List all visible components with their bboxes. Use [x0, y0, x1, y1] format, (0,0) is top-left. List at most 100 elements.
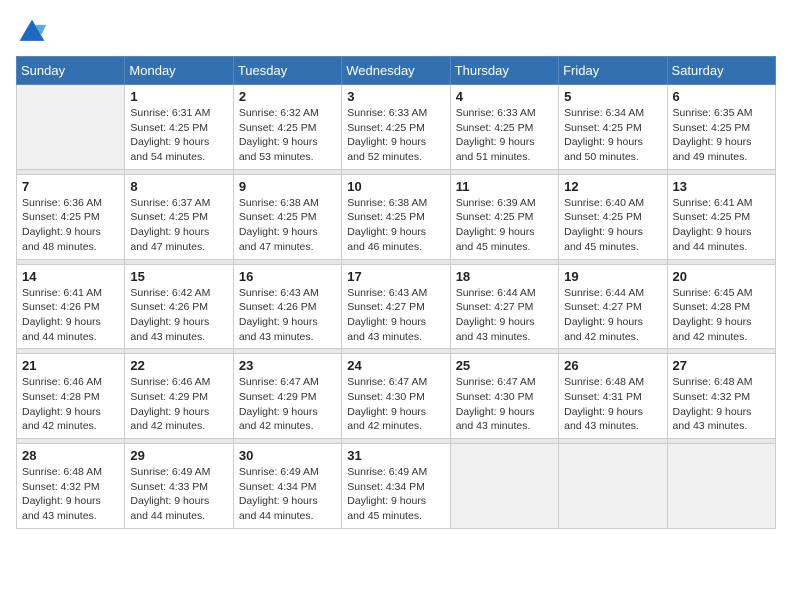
calendar-cell: 7 Sunrise: 6:36 AM Sunset: 4:25 PM Daylig…	[17, 174, 125, 259]
calendar-cell	[450, 444, 558, 529]
calendar-week-row: 1 Sunrise: 6:31 AM Sunset: 4:25 PM Daylig…	[17, 85, 776, 170]
day-info: Sunrise: 6:34 AM Sunset: 4:25 PM Dayligh…	[564, 106, 661, 165]
day-info: Sunrise: 6:49 AM Sunset: 4:34 PM Dayligh…	[239, 465, 336, 524]
day-number: 20	[673, 269, 770, 284]
page-header	[16, 16, 776, 48]
day-number: 29	[130, 448, 227, 463]
weekday-header: Thursday	[450, 57, 558, 85]
calendar-cell: 3 Sunrise: 6:33 AM Sunset: 4:25 PM Daylig…	[342, 85, 450, 170]
calendar-cell: 19Sunrise: 6:44 AM Sunset: 4:27 PM Dayli…	[559, 264, 667, 349]
calendar-cell: 25Sunrise: 6:47 AM Sunset: 4:30 PM Dayli…	[450, 354, 558, 439]
calendar-cell: 30Sunrise: 6:49 AM Sunset: 4:34 PM Dayli…	[233, 444, 341, 529]
calendar-cell: 18 Sunrise: 6:44 AM Sunset: 4:27 PM Dayli…	[450, 264, 558, 349]
calendar-cell: 21Sunrise: 6:46 AM Sunset: 4:28 PM Dayli…	[17, 354, 125, 439]
day-number: 23	[239, 358, 336, 373]
day-number: 15	[130, 269, 227, 284]
day-info: Sunrise: 6:39 AM Sunset: 4:25 PM Dayligh…	[456, 196, 553, 255]
day-info: Sunrise: 6:46 AM Sunset: 4:29 PM Dayligh…	[130, 375, 227, 434]
calendar-cell: 13 Sunrise: 6:41 AM Sunset: 4:25 PM Dayli…	[667, 174, 775, 259]
day-info: Sunrise: 6:31 AM Sunset: 4:25 PM Dayligh…	[130, 106, 227, 165]
day-info: Sunrise: 6:48 AM Sunset: 4:32 PM Dayligh…	[22, 465, 119, 524]
calendar-cell: 11 Sunrise: 6:39 AM Sunset: 4:25 PM Dayli…	[450, 174, 558, 259]
day-number: 5	[564, 89, 661, 104]
logo-icon	[16, 16, 48, 48]
calendar-cell: 17 Sunrise: 6:43 AM Sunset: 4:27 PM Dayli…	[342, 264, 450, 349]
weekday-header: Wednesday	[342, 57, 450, 85]
day-info: Sunrise: 6:33 AM Sunset: 4:25 PM Dayligh…	[456, 106, 553, 165]
calendar-cell: 28 Sunrise: 6:48 AM Sunset: 4:32 PM Dayli…	[17, 444, 125, 529]
calendar-week-row: 7 Sunrise: 6:36 AM Sunset: 4:25 PM Daylig…	[17, 174, 776, 259]
calendar-cell: 10 Sunrise: 6:38 AM Sunset: 4:25 PM Dayli…	[342, 174, 450, 259]
calendar-cell	[559, 444, 667, 529]
calendar-week-row: 28 Sunrise: 6:48 AM Sunset: 4:32 PM Dayli…	[17, 444, 776, 529]
calendar-cell	[17, 85, 125, 170]
day-number: 25	[456, 358, 553, 373]
calendar-cell: 31Sunrise: 6:49 AM Sunset: 4:34 PM Dayli…	[342, 444, 450, 529]
day-info: Sunrise: 6:44 AM Sunset: 4:27 PM Dayligh…	[564, 286, 661, 345]
calendar-week-row: 14 Sunrise: 6:41 AM Sunset: 4:26 PM Dayli…	[17, 264, 776, 349]
calendar-cell: 24 Sunrise: 6:47 AM Sunset: 4:30 PM Dayli…	[342, 354, 450, 439]
day-number: 27	[673, 358, 770, 373]
calendar-cell: 6 Sunrise: 6:35 AM Sunset: 4:25 PM Daylig…	[667, 85, 775, 170]
calendar-cell: 27 Sunrise: 6:48 AM Sunset: 4:32 PM Dayli…	[667, 354, 775, 439]
calendar-header-row: SundayMondayTuesdayWednesdayThursdayFrid…	[17, 57, 776, 85]
day-number: 12	[564, 179, 661, 194]
day-number: 16	[239, 269, 336, 284]
day-info: Sunrise: 6:35 AM Sunset: 4:25 PM Dayligh…	[673, 106, 770, 165]
day-info: Sunrise: 6:45 AM Sunset: 4:28 PM Dayligh…	[673, 286, 770, 345]
day-number: 18	[456, 269, 553, 284]
day-info: Sunrise: 6:33 AM Sunset: 4:25 PM Dayligh…	[347, 106, 444, 165]
day-info: Sunrise: 6:38 AM Sunset: 4:25 PM Dayligh…	[347, 196, 444, 255]
calendar-cell: 15 Sunrise: 6:42 AM Sunset: 4:26 PM Dayli…	[125, 264, 233, 349]
day-info: Sunrise: 6:41 AM Sunset: 4:26 PM Dayligh…	[22, 286, 119, 345]
day-info: Sunrise: 6:32 AM Sunset: 4:25 PM Dayligh…	[239, 106, 336, 165]
calendar-cell	[667, 444, 775, 529]
day-number: 24	[347, 358, 444, 373]
day-info: Sunrise: 6:43 AM Sunset: 4:27 PM Dayligh…	[347, 286, 444, 345]
day-info: Sunrise: 6:43 AM Sunset: 4:26 PM Dayligh…	[239, 286, 336, 345]
day-number: 1	[130, 89, 227, 104]
calendar-cell: 14 Sunrise: 6:41 AM Sunset: 4:26 PM Dayli…	[17, 264, 125, 349]
day-info: Sunrise: 6:48 AM Sunset: 4:31 PM Dayligh…	[564, 375, 661, 434]
day-number: 13	[673, 179, 770, 194]
day-info: Sunrise: 6:48 AM Sunset: 4:32 PM Dayligh…	[673, 375, 770, 434]
day-number: 7	[22, 179, 119, 194]
day-info: Sunrise: 6:37 AM Sunset: 4:25 PM Dayligh…	[130, 196, 227, 255]
day-info: Sunrise: 6:47 AM Sunset: 4:30 PM Dayligh…	[347, 375, 444, 434]
calendar-cell: 22 Sunrise: 6:46 AM Sunset: 4:29 PM Dayli…	[125, 354, 233, 439]
day-info: Sunrise: 6:44 AM Sunset: 4:27 PM Dayligh…	[456, 286, 553, 345]
calendar-week-row: 21Sunrise: 6:46 AM Sunset: 4:28 PM Dayli…	[17, 354, 776, 439]
calendar-cell: 16 Sunrise: 6:43 AM Sunset: 4:26 PM Dayli…	[233, 264, 341, 349]
calendar-cell: 20 Sunrise: 6:45 AM Sunset: 4:28 PM Dayli…	[667, 264, 775, 349]
day-number: 3	[347, 89, 444, 104]
calendar-cell: 12 Sunrise: 6:40 AM Sunset: 4:25 PM Dayli…	[559, 174, 667, 259]
weekday-header: Saturday	[667, 57, 775, 85]
calendar-cell: 8 Sunrise: 6:37 AM Sunset: 4:25 PM Daylig…	[125, 174, 233, 259]
calendar-cell: 29Sunrise: 6:49 AM Sunset: 4:33 PM Dayli…	[125, 444, 233, 529]
calendar-table: SundayMondayTuesdayWednesdayThursdayFrid…	[16, 56, 776, 529]
calendar-cell: 26Sunrise: 6:48 AM Sunset: 4:31 PM Dayli…	[559, 354, 667, 439]
day-info: Sunrise: 6:47 AM Sunset: 4:29 PM Dayligh…	[239, 375, 336, 434]
day-number: 17	[347, 269, 444, 284]
day-info: Sunrise: 6:41 AM Sunset: 4:25 PM Dayligh…	[673, 196, 770, 255]
day-info: Sunrise: 6:40 AM Sunset: 4:25 PM Dayligh…	[564, 196, 661, 255]
calendar-cell: 9Sunrise: 6:38 AM Sunset: 4:25 PM Daylig…	[233, 174, 341, 259]
calendar-cell: 23 Sunrise: 6:47 AM Sunset: 4:29 PM Dayli…	[233, 354, 341, 439]
day-info: Sunrise: 6:46 AM Sunset: 4:28 PM Dayligh…	[22, 375, 119, 434]
day-number: 8	[130, 179, 227, 194]
day-number: 22	[130, 358, 227, 373]
day-info: Sunrise: 6:36 AM Sunset: 4:25 PM Dayligh…	[22, 196, 119, 255]
day-number: 28	[22, 448, 119, 463]
weekday-header: Friday	[559, 57, 667, 85]
calendar-cell: 5 Sunrise: 6:34 AM Sunset: 4:25 PM Daylig…	[559, 85, 667, 170]
day-number: 14	[22, 269, 119, 284]
day-number: 2	[239, 89, 336, 104]
day-info: Sunrise: 6:49 AM Sunset: 4:34 PM Dayligh…	[347, 465, 444, 524]
day-number: 11	[456, 179, 553, 194]
day-number: 9	[239, 179, 336, 194]
day-number: 10	[347, 179, 444, 194]
day-number: 6	[673, 89, 770, 104]
logo	[16, 16, 52, 48]
day-info: Sunrise: 6:42 AM Sunset: 4:26 PM Dayligh…	[130, 286, 227, 345]
weekday-header: Tuesday	[233, 57, 341, 85]
